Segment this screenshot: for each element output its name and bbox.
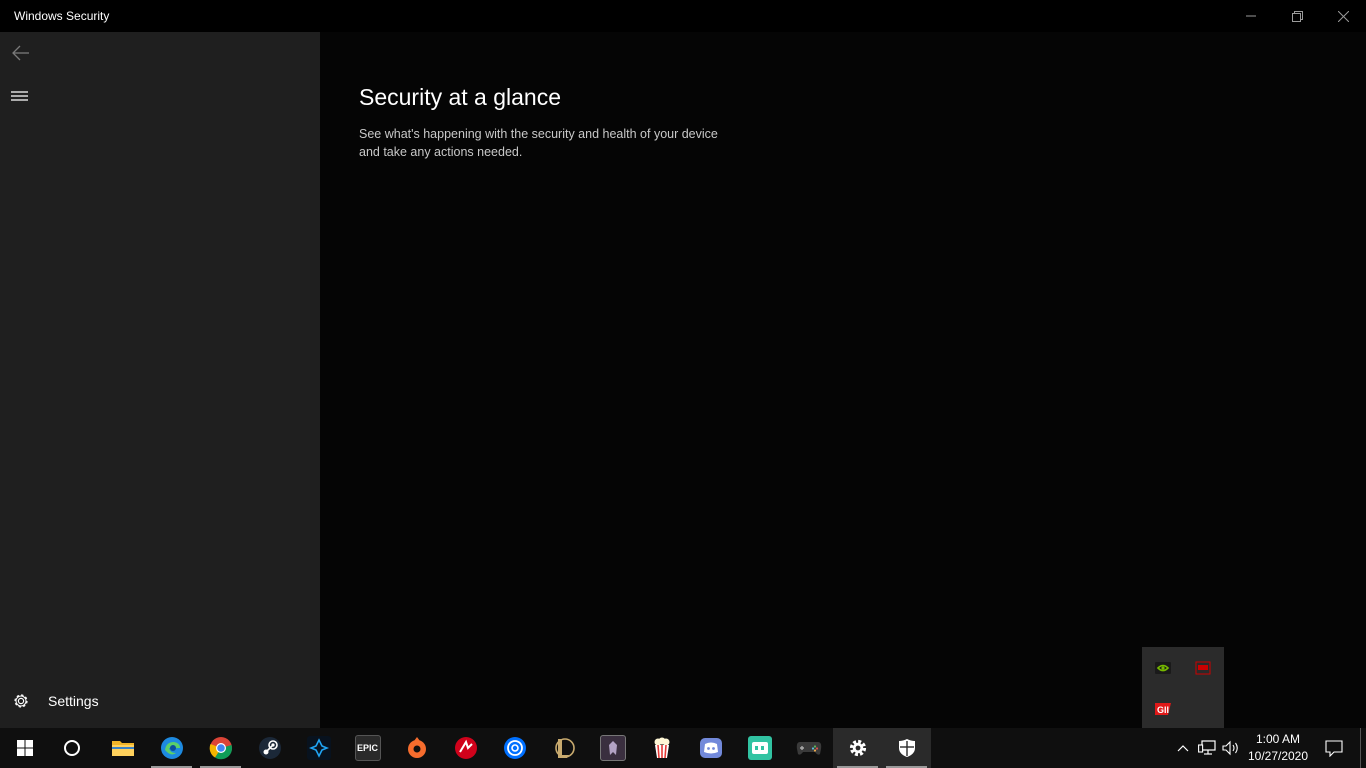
steam-icon	[258, 737, 281, 759]
speaker-icon	[1222, 740, 1238, 756]
origin-icon	[407, 737, 426, 758]
taskbar-epic-games[interactable]: EPIC	[343, 728, 392, 768]
page-description: See what's happening with the security a…	[359, 125, 749, 161]
back-arrow-icon	[12, 45, 29, 61]
taskbar-clock[interactable]: 1:00 AM 10/27/2020	[1244, 731, 1312, 765]
cortana-button[interactable]	[47, 728, 96, 768]
taskbar-windows-security[interactable]	[882, 728, 931, 768]
league-icon	[554, 738, 575, 758]
volume-button[interactable]	[1220, 728, 1242, 768]
taskbar-diablo[interactable]	[588, 728, 637, 768]
start-button[interactable]	[0, 728, 49, 768]
epic-games-icon: EPIC	[354, 735, 381, 761]
hamburger-icon	[11, 91, 28, 101]
restore-icon	[1291, 10, 1303, 22]
hamburger-menu-button[interactable]	[11, 88, 29, 104]
main-content: Security at a glance See what's happenin…	[320, 32, 1366, 728]
windows-logo-icon	[16, 740, 33, 756]
cortana-circle-icon	[63, 740, 80, 756]
close-icon	[1337, 10, 1349, 22]
restore-button[interactable]	[1274, 0, 1320, 32]
diablo-icon	[599, 735, 626, 761]
taskbar-chrome[interactable]	[196, 728, 245, 768]
discord-icon	[699, 738, 722, 758]
taskbar-discord[interactable]	[686, 728, 735, 768]
close-button[interactable]	[1320, 0, 1366, 32]
folder-icon	[111, 741, 134, 756]
taskbar-battlenet[interactable]	[294, 728, 343, 768]
popcorn-icon	[654, 737, 669, 759]
taskbar-league-of-legends[interactable]	[539, 728, 588, 768]
svg-text:GII: GII	[1157, 705, 1169, 715]
show-desktop-divider[interactable]	[1360, 728, 1361, 768]
chrome-icon	[209, 737, 232, 760]
sidebar-item-settings[interactable]: Settings	[0, 684, 320, 718]
sidebar: Settings	[0, 32, 320, 728]
window-title: Windows Security	[14, 9, 110, 23]
taskbar: EPIC 1:00 AM 10/27/2020	[0, 728, 1366, 768]
title-bar: Windows Security	[0, 0, 1366, 32]
minimize-button[interactable]	[1228, 0, 1274, 32]
battlenet-icon	[306, 736, 331, 760]
notification-icon	[1325, 740, 1343, 757]
settings-gear-icon	[849, 739, 866, 757]
tray-overflow-flyout: GII	[1142, 647, 1224, 728]
network-icon	[1198, 740, 1216, 755]
taskbar-wargaming[interactable]	[441, 728, 490, 768]
clock-date: 10/27/2020	[1247, 749, 1309, 763]
sidebar-item-label: Settings	[48, 693, 99, 709]
msi-afterburner-icon[interactable]	[1195, 660, 1211, 676]
uplay-icon	[503, 737, 526, 759]
page-title: Security at a glance	[359, 84, 562, 110]
taskbar-popcorn-time[interactable]	[637, 728, 686, 768]
show-hidden-icons-button[interactable]	[1172, 728, 1194, 768]
back-button[interactable]	[10, 42, 32, 64]
nvidia-icon[interactable]	[1155, 660, 1171, 676]
edge-icon	[160, 737, 183, 759]
taskbar-streamlabs[interactable]	[735, 728, 784, 768]
taskbar-uplay[interactable]	[490, 728, 539, 768]
minimize-icon	[1246, 15, 1256, 17]
streamlabs-icon	[747, 736, 772, 760]
clock-time: 1:00 AM	[1255, 732, 1301, 746]
taskbar-file-explorer[interactable]	[98, 728, 147, 768]
chevron-up-icon	[1177, 745, 1189, 752]
taskbar-steam[interactable]	[245, 728, 294, 768]
shield-icon	[898, 739, 915, 757]
wargaming-icon	[454, 737, 477, 759]
page-description-line: See what's happening with the security a…	[359, 127, 718, 141]
taskbar-settings[interactable]	[833, 728, 882, 768]
taskbar-game-controller[interactable]	[784, 728, 833, 768]
gamepad-icon	[796, 742, 821, 755]
page-description-line: and take any actions needed.	[359, 145, 523, 159]
taskbar-edge[interactable]	[147, 728, 196, 768]
network-button[interactable]	[1196, 728, 1218, 768]
taskbar-origin[interactable]	[392, 728, 441, 768]
gear-icon	[12, 692, 30, 710]
gpu-tweak-icon[interactable]: GII	[1154, 701, 1171, 717]
action-center-button[interactable]	[1320, 728, 1348, 768]
